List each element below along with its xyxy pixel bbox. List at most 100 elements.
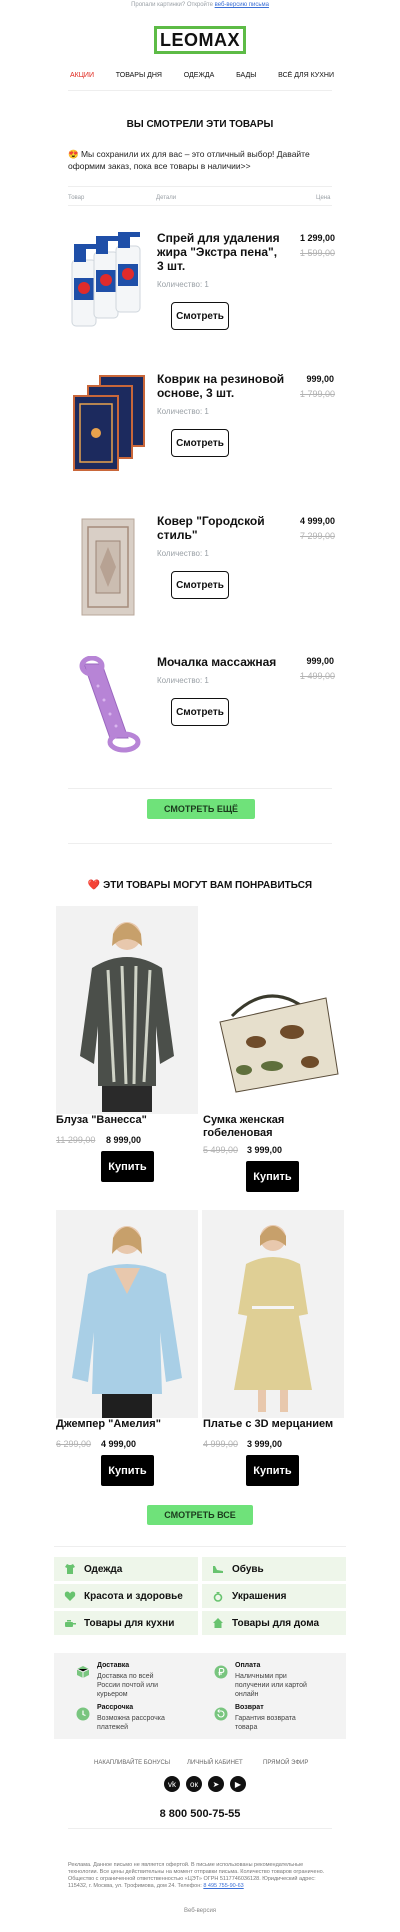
category-shoes[interactable]: Обувь — [202, 1557, 346, 1581]
see-more-button[interactable]: СМОТРЕТЬ ЕЩЁ — [147, 799, 255, 819]
viewed-intro: 😍 Мы сохранили их для вас – это отличный… — [68, 149, 310, 171]
preview-text: Пропали картинки? Откройте — [131, 2, 215, 8]
item-qty-carpet: Количество: 1 — [157, 549, 209, 558]
footer-link-live[interactable]: ПРЯМОЙ ЭФИР — [263, 1760, 308, 1766]
item-price-spray: 1 299,00 — [300, 233, 336, 243]
web-version-footer-link[interactable]: Веб-версия — [0, 1908, 400, 1914]
spray-bottle-2 — [93, 236, 119, 319]
vk-icon[interactable]: vk — [164, 1776, 180, 1792]
buy-button-bag[interactable]: Купить — [246, 1161, 299, 1192]
benefit-installment-icon — [76, 1707, 90, 1726]
footer-divider — [68, 1828, 332, 1829]
product-oldprice-bag: 5 499,00 — [203, 1145, 239, 1155]
item-price-mat: 999,00 — [306, 374, 334, 384]
product-price-sweater: 4 999,00 — [101, 1439, 137, 1449]
nav-divider — [68, 90, 332, 91]
category-label: Украшения — [232, 1590, 287, 1602]
ring-icon — [213, 1592, 223, 1602]
nav-item-clothes[interactable]: ОДЕЖДА — [184, 72, 215, 79]
view-button-spray[interactable]: Смотреть — [171, 302, 229, 330]
pan-icon — [65, 1620, 76, 1627]
product-name-blouse[interactable]: Блуза "Ванесса" — [56, 1114, 198, 1127]
shoe-icon — [213, 1566, 223, 1573]
legal-phone-link[interactable]: 8 495 755-90-63 — [203, 1883, 243, 1889]
main-nav: АКЦИИ ТОВАРЫ ДНЯ ОДЕЖДА БАДЫ ВСЁ ДЛЯ КУХ… — [70, 72, 334, 79]
nav-item-supplements[interactable]: БАДЫ — [236, 72, 256, 79]
item-qty-spray: Количество: 1 — [157, 280, 209, 289]
footer-link-bonuses[interactable]: НАКАПЛИВАЙТЕ БОНУСЫ — [94, 1760, 170, 1766]
col-details: Детали — [156, 195, 177, 201]
legal-text: Реклама. Данное письмо не является оферт… — [68, 1862, 332, 1890]
product-oldprice-dress: 4 999,00 — [203, 1439, 239, 1449]
youtube-icon[interactable]: ▶ — [230, 1776, 246, 1792]
footer-link-account[interactable]: ЛИЧНЫЙ КАБИНЕТ — [187, 1760, 243, 1766]
nav-item-sales[interactable]: АКЦИИ — [70, 72, 94, 79]
category-label: Товары для кухни — [84, 1617, 175, 1629]
carpet-image[interactable] — [80, 517, 136, 617]
category-beauty[interactable]: Красота и здоровье — [54, 1584, 198, 1608]
mat-image[interactable] — [68, 374, 148, 474]
shirt-icon — [65, 1564, 75, 1574]
preview-bar: Пропали картинки? Откройте веб-версию пи… — [0, 2, 400, 8]
house-icon — [213, 1618, 223, 1628]
legal-body: Реклама. Данное письмо не является оферт… — [68, 1862, 325, 1889]
item-oldprice-mat: 1 799,00 — [300, 389, 336, 399]
logo[interactable]: LEOMAX — [154, 26, 246, 54]
col-product: Товар — [68, 195, 85, 201]
item-name-mat[interactable]: Коврик на резиновой основе, 3 шт. — [157, 372, 297, 400]
web-version-link[interactable]: веб-версию письма — [215, 2, 269, 8]
box-icon — [76, 1666, 90, 1678]
header-divider — [68, 205, 332, 206]
bag-image[interactable] — [202, 906, 344, 1114]
intro-divider — [68, 186, 332, 187]
phone-number[interactable]: 8 800 500-75-55 — [0, 1808, 400, 1820]
item-oldprice-carpet: 7 299,00 — [300, 531, 336, 541]
view-button-mat[interactable]: Смотреть — [171, 429, 229, 457]
category-home[interactable]: Товары для дома — [202, 1611, 346, 1635]
item-name-carpet[interactable]: Ковер "Городской стиль" — [157, 514, 297, 542]
benefit-return-text: Гарантия возврата товара — [235, 1715, 296, 1731]
product-name-bag[interactable]: Сумка женская гобеленовая — [203, 1114, 343, 1140]
nav-item-kitchen[interactable]: ВСЁ ДЛЯ КУХНИ — [278, 72, 334, 79]
product-name-dress[interactable]: Платье с 3D мерцанием — [203, 1418, 343, 1431]
item-name-spray[interactable]: Спрей для удаления жира "Экстра пена", 3… — [157, 231, 287, 273]
view-button-carpet[interactable]: Смотреть — [171, 571, 229, 599]
product-oldprice-sweater: 6 299,00 — [56, 1439, 92, 1449]
buy-button-sweater[interactable]: Купить — [101, 1455, 154, 1486]
blouse-image[interactable] — [56, 906, 198, 1114]
ok-icon[interactable]: ок — [186, 1776, 202, 1792]
washcloth-image[interactable] — [72, 655, 152, 756]
spray-image[interactable] — [68, 232, 148, 332]
product-name-sweater[interactable]: Джемпер "Амелия" — [56, 1418, 198, 1431]
heart-icon — [64, 1591, 76, 1601]
category-jewelry[interactable]: Украшения — [202, 1584, 346, 1608]
benefit-delivery-icon — [76, 1665, 90, 1684]
category-label: Одежда — [84, 1563, 123, 1575]
item-price-carpet: 4 999,00 — [300, 516, 336, 526]
spray-bottle-1 — [71, 244, 97, 327]
category-clothes[interactable]: Одежда — [54, 1557, 198, 1581]
sweater-image[interactable] — [56, 1210, 198, 1418]
buy-button-dress[interactable]: Купить — [246, 1455, 299, 1486]
categories-top-divider — [54, 1546, 346, 1547]
item-qty-washcloth: Количество: 1 — [157, 676, 209, 685]
telegram-icon[interactable]: ➤ — [208, 1776, 224, 1792]
category-kitchen[interactable]: Товары для кухни — [54, 1611, 198, 1635]
benefit-payment-text: Наличными при получении или картой онлай… — [235, 1673, 307, 1698]
benefit-payment-title: Оплата — [235, 1662, 261, 1669]
buy-button-blouse[interactable]: Купить — [101, 1151, 154, 1182]
item-name-washcloth[interactable]: Мочалка массажная — [157, 655, 297, 669]
benefit-payment-icon — [214, 1665, 228, 1684]
category-label: Обувь — [232, 1563, 264, 1575]
social-row: vk ок ➤ ▶ — [164, 1776, 246, 1792]
product-oldprice-blouse: 11 299,00 — [56, 1135, 96, 1145]
nav-item-deals[interactable]: ТОВАРЫ ДНЯ — [116, 72, 162, 79]
dress-image[interactable] — [202, 1210, 344, 1418]
view-button-washcloth[interactable]: Смотреть — [171, 698, 229, 726]
item-oldprice-spray: 1 599,00 — [300, 248, 336, 258]
see-all-button[interactable]: СМОТРЕТЬ ВСЕ — [147, 1505, 253, 1525]
logo-text: LEOMAX — [159, 29, 240, 50]
benefit-return-icon — [214, 1707, 228, 1726]
col-price: Цена — [316, 195, 331, 201]
recommend-title: ❤️ ЭТИ ТОВАРЫ МОГУТ ВАМ ПОНРАВИТЬСЯ — [87, 880, 313, 891]
